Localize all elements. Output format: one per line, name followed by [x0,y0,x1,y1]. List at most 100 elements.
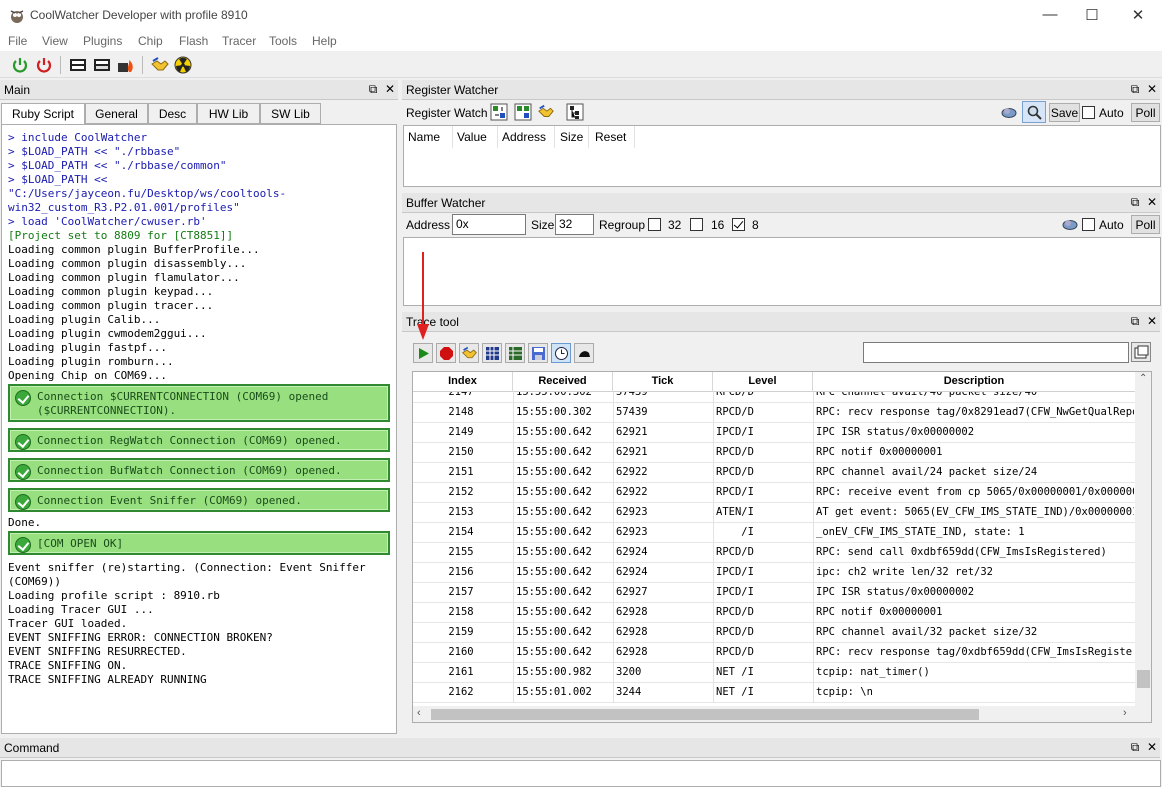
scroll-up-icon[interactable]: ⌃ [1139,373,1147,384]
close-icon[interactable]: ✕ [1145,82,1159,96]
command-input[interactable] [1,760,1161,787]
column-header-description[interactable]: Description [813,372,1135,392]
float-icon[interactable]: ⧉ [366,82,380,97]
power-off-icon[interactable] [34,55,54,75]
trace-row[interactable]: 2152 15:55:00.642 62922 RPCD/I RPC: receive … [413,483,1135,503]
scroll-left-icon[interactable]: ‹ [417,707,421,719]
cloud-icon[interactable] [1000,105,1018,119]
column-header-name[interactable]: Name [408,130,440,144]
trace-connect-button[interactable] [459,343,479,363]
power-on-icon[interactable] [10,55,30,75]
index-cell: 2162 [448,686,474,698]
auto-checkbox[interactable] [1082,218,1095,231]
add-register-icon[interactable] [490,103,508,121]
float-icon[interactable]: ⧉ [1128,314,1142,329]
float-icon[interactable]: ⧉ [1128,195,1142,210]
trace-clear-button[interactable] [574,343,594,363]
tab-sw-lib[interactable]: SW Lib [260,103,321,124]
menu-chip[interactable]: Chip [138,34,163,48]
maximize-button[interactable]: ☐ [1082,6,1102,24]
burn-icon[interactable] [116,55,136,75]
trace-clock-button[interactable] [551,343,571,363]
handshake-icon[interactable] [537,103,555,121]
save-button[interactable]: Save [1049,103,1080,122]
menu-tracer[interactable]: Tracer [222,34,256,48]
trace-search-input[interactable] [863,342,1129,363]
column-header-index[interactable]: Index [413,372,513,392]
float-icon[interactable]: ⧉ [1128,740,1142,755]
load-ram-icon[interactable] [68,55,88,75]
trace-row[interactable]: 2155 15:55:00.642 62924 RPCD/D RPC: send cal… [413,543,1135,563]
trace-row[interactable]: 2157 15:55:00.642 62927 IPCD/I IPC ISR statu… [413,583,1135,603]
add-register-group-icon[interactable] [514,103,532,121]
column-header-value[interactable]: Value [457,130,487,144]
trace-row[interactable]: 2156 15:55:00.642 62924 IPCD/I ipc: ch2 writ… [413,563,1135,583]
scroll-thumb[interactable] [1137,670,1150,688]
column-header-received[interactable]: Received [513,372,613,392]
auto-checkbox[interactable] [1082,106,1095,119]
description-cell: ipc: ch2 write len/32 ret/32 [816,566,994,578]
trace-row[interactable]: 2161 15:55:00.982 3200 NET /I tcpip: nat_tim… [413,663,1135,683]
radiation-icon[interactable] [173,55,193,75]
save-trace-button[interactable] [528,343,548,363]
close-icon[interactable]: ✕ [1145,740,1159,754]
trace-row[interactable]: 2153 15:55:00.642 62923 ATEN/I AT get event:… [413,503,1135,523]
scroll-thumb[interactable] [431,709,979,720]
vertical-scrollbar[interactable]: ⌃ [1135,372,1151,706]
trace-row[interactable]: 2148 15:55:00.302 57439 RPCD/D RPC: recv res… [413,403,1135,423]
minimize-button[interactable]: — [1040,6,1060,23]
menu-plugins[interactable]: Plugins [83,34,122,48]
find-register-button[interactable] [1022,101,1046,123]
trace-row[interactable]: 2162 15:55:01.002 3244 NET /I tcpip: \n [413,683,1135,703]
close-button[interactable]: ✕ [1128,6,1148,24]
column-header-size[interactable]: Size [560,130,583,144]
trace-row[interactable]: 2150 15:55:00.642 62921 RPCD/D RPC notif 0x0… [413,443,1135,463]
scroll-right-icon[interactable]: › [1123,707,1127,719]
trace-search-button[interactable] [1131,342,1151,362]
column-header-address[interactable]: Address [502,130,546,144]
buffer-view[interactable] [403,237,1161,306]
register-table[interactable]: Name Value Address Size Reset [403,125,1161,187]
column-header-reset[interactable]: Reset [595,130,626,144]
poll-button[interactable]: Poll [1131,215,1160,234]
horizontal-scrollbar[interactable]: ‹ › [413,706,1151,722]
menu-file[interactable]: File [8,34,27,48]
start-trace-button[interactable] [413,343,433,363]
trace-grid-button[interactable] [482,343,502,363]
dry-run-icon[interactable] [92,55,112,75]
trace-row[interactable]: 2158 15:55:00.642 62928 RPCD/D RPC notif 0x0… [413,603,1135,623]
ruby-console[interactable]: > include CoolWatcher > $LOAD_PATH << "./… [1,124,397,734]
index-cell: 2160 [448,646,474,658]
tab-desc[interactable]: Desc [148,103,197,124]
regroup-16-checkbox[interactable] [690,218,703,231]
trace-row[interactable]: 2151 15:55:00.642 62922 RPCD/D RPC channel a… [413,463,1135,483]
poll-button[interactable]: Poll [1131,103,1160,122]
trace-row[interactable]: 2154 15:55:00.642 62923 /I _onEV_CFW_IMS_ST… [413,523,1135,543]
regroup-32-checkbox[interactable] [648,218,661,231]
trace-row[interactable]: 2160 15:55:00.642 62928 RPCD/D RPC: recv res… [413,643,1135,663]
address-input[interactable]: 0x [452,214,526,235]
menu-help[interactable]: Help [312,34,337,48]
trace-row[interactable]: 2159 15:55:00.642 62928 RPCD/D RPC channel a… [413,623,1135,643]
regroup-8-checkbox[interactable] [732,218,745,231]
handshake-icon[interactable] [150,55,170,75]
stop-trace-button[interactable] [436,343,456,363]
menu-tools[interactable]: Tools [269,34,297,48]
size-input[interactable]: 32 [555,214,594,235]
menu-flash[interactable]: Flash [179,34,208,48]
cloud-icon[interactable] [1061,217,1079,231]
tab-hw-lib[interactable]: HW Lib [197,103,260,124]
close-icon[interactable]: ✕ [383,82,397,96]
tab-ruby-script[interactable]: Ruby Script [1,103,85,125]
close-icon[interactable]: ✕ [1145,314,1159,328]
close-icon[interactable]: ✕ [1145,195,1159,209]
trace-table[interactable]: Index Received Tick Level Description 21… [412,371,1152,723]
trace-row[interactable]: 2149 15:55:00.642 62921 IPCD/I IPC ISR statu… [413,423,1135,443]
trace-filter-button[interactable] [505,343,525,363]
float-icon[interactable]: ⧉ [1128,82,1142,97]
tree-view-icon[interactable] [566,103,584,121]
menu-view[interactable]: View [42,34,68,48]
column-header-level[interactable]: Level [713,372,813,392]
column-header-tick[interactable]: Tick [613,372,713,392]
tab-general[interactable]: General [85,103,148,124]
